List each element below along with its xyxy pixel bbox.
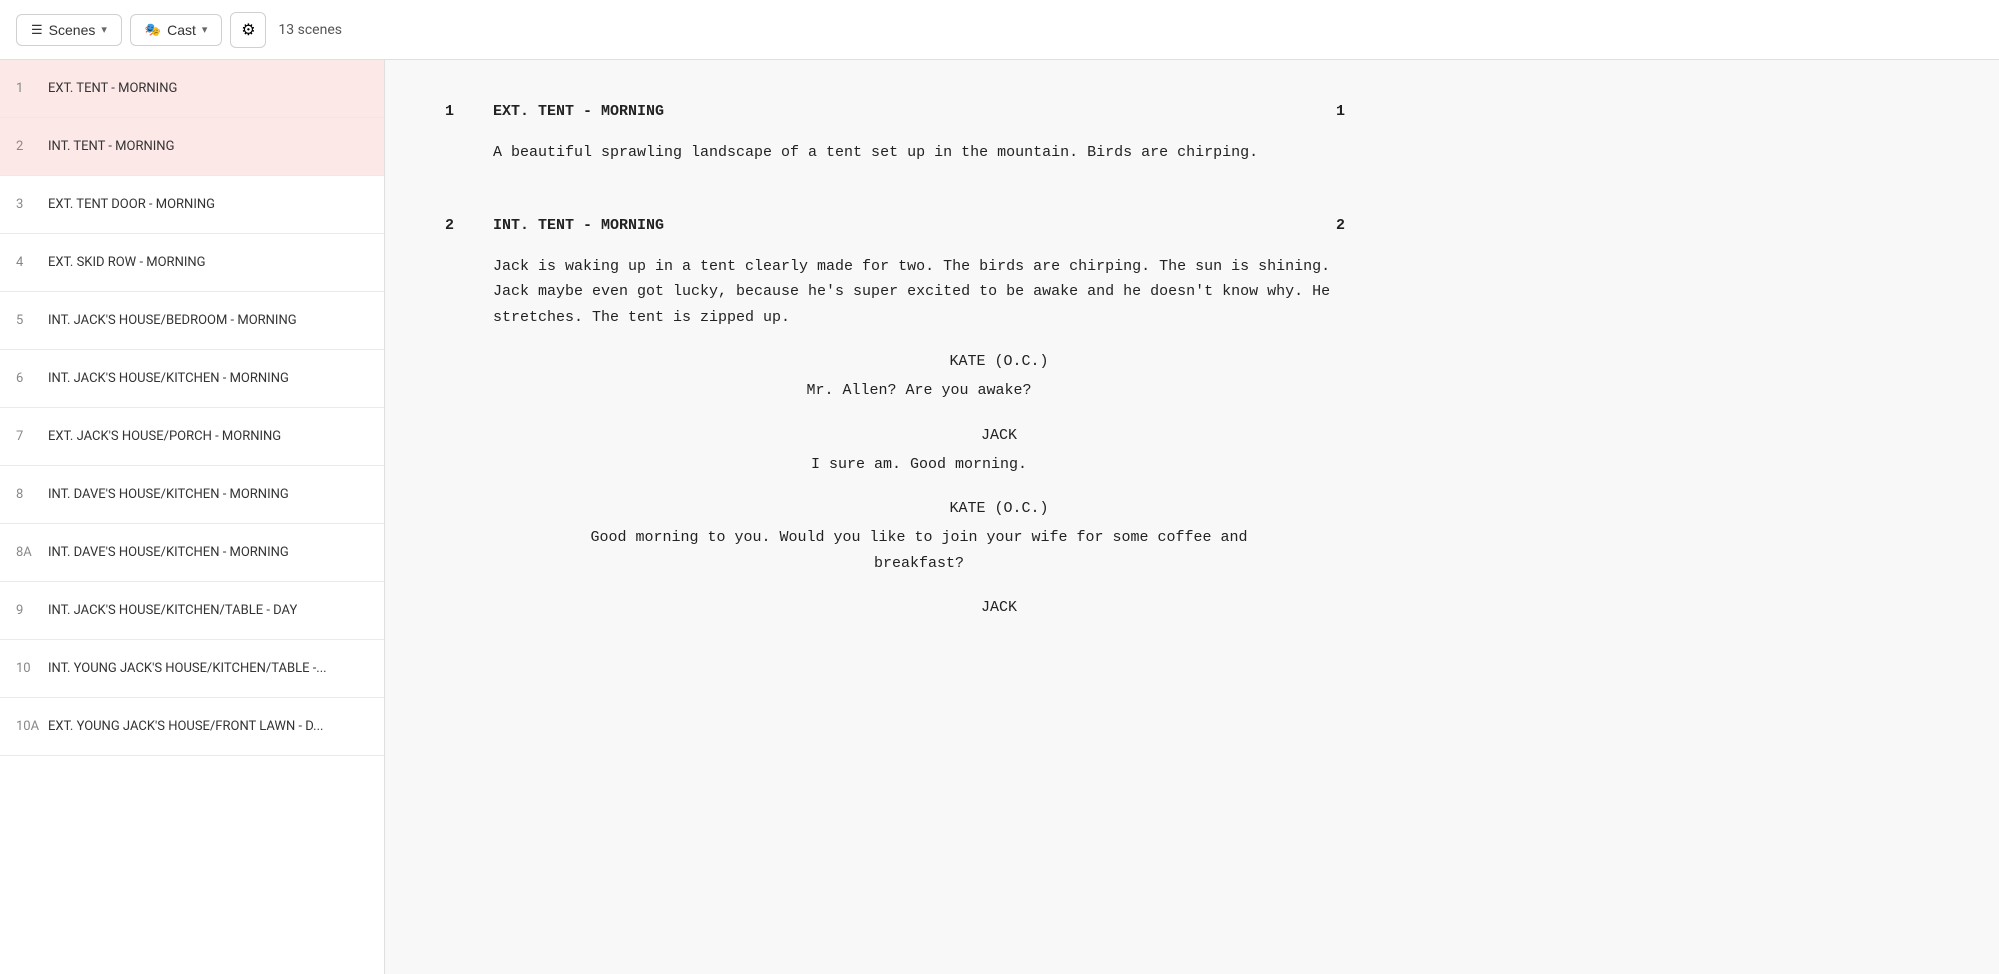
- cast-label: Cast: [167, 22, 196, 38]
- scene-item[interactable]: 10AEXT. YOUNG JACK'S HOUSE/FRONT LAWN - …: [0, 698, 384, 756]
- scenes-button[interactable]: ☰ Scenes ▾: [16, 14, 122, 46]
- character-name: KATE (O.C.): [653, 350, 1345, 374]
- scene-item-label: INT. JACK'S HOUSE/KITCHEN - MORNING: [48, 371, 368, 386]
- scene-item-number: 9: [16, 603, 48, 618]
- cast-button[interactable]: 🎭 Cast ▾: [130, 14, 223, 46]
- scene-item[interactable]: 8INT. DAVE'S HOUSE/KITCHEN - MORNING: [0, 466, 384, 524]
- dialogue-block: JACK: [493, 596, 1345, 620]
- scene-heading-row: 2INT. TENT - MORNING2: [445, 214, 1345, 238]
- scene-item-number: 4: [16, 255, 48, 270]
- scene-heading-row: 1EXT. TENT - MORNING1: [445, 100, 1345, 124]
- scene-item-label: INT. YOUNG JACK'S HOUSE/KITCHEN/TABLE -.…: [48, 661, 368, 676]
- scene-item-number: 3: [16, 197, 48, 212]
- scene-item-number: 7: [16, 429, 48, 444]
- scene-item-number: 2: [16, 139, 48, 154]
- scene-item-number: 10A: [16, 719, 48, 734]
- cast-icon: 🎭: [145, 22, 161, 38]
- dialogue-block: JACK I sure am. Good morning.: [493, 424, 1345, 478]
- scene-block: 2INT. TENT - MORNING2 Jack is waking up i…: [445, 214, 1345, 621]
- character-name: JACK: [653, 424, 1345, 448]
- action-text: A beautiful sprawling landscape of a ten…: [493, 140, 1345, 166]
- scene-number-right: 2: [1305, 214, 1345, 238]
- dialogue-block: KATE (O.C.) Good morning to you. Would yo…: [493, 497, 1345, 576]
- scene-item[interactable]: 5INT. JACK'S HOUSE/BEDROOM - MORNING: [0, 292, 384, 350]
- scene-item-label: EXT. YOUNG JACK'S HOUSE/FRONT LAWN - D..…: [48, 719, 368, 734]
- scene-item-number: 10: [16, 661, 48, 676]
- scene-item[interactable]: 2INT. TENT - MORNING: [0, 118, 384, 176]
- script-content: 1EXT. TENT - MORNING1 A beautiful sprawli…: [445, 100, 1345, 620]
- action-text: Jack is waking up in a tent clearly made…: [493, 254, 1345, 331]
- gear-icon: ⚙: [241, 20, 255, 40]
- character-name: JACK: [653, 596, 1345, 620]
- scene-item[interactable]: 8AINT. DAVE'S HOUSE/KITCHEN - MORNING: [0, 524, 384, 582]
- dialogue-text: Good morning to you. Would you like to j…: [573, 525, 1265, 576]
- scene-item-label: EXT. TENT DOOR - MORNING: [48, 197, 368, 212]
- scene-number-left: 1: [445, 100, 485, 124]
- scene-block: 1EXT. TENT - MORNING1 A beautiful sprawli…: [445, 100, 1345, 166]
- scenes-icon: ☰: [31, 22, 43, 38]
- scene-item-label: INT. TENT - MORNING: [48, 139, 368, 154]
- scene-item[interactable]: 1EXT. TENT - MORNING: [0, 60, 384, 118]
- scene-item-label: INT. JACK'S HOUSE/KITCHEN/TABLE - DAY: [48, 603, 368, 618]
- scene-number-left: 2: [445, 214, 485, 238]
- scene-item-number: 6: [16, 371, 48, 386]
- scene-item-number: 8A: [16, 545, 48, 560]
- dialogue-text: Mr. Allen? Are you awake?: [573, 378, 1265, 404]
- scene-item[interactable]: 3EXT. TENT DOOR - MORNING: [0, 176, 384, 234]
- cast-chevron-icon: ▾: [202, 23, 208, 36]
- scene-item-number: 8: [16, 487, 48, 502]
- scene-item[interactable]: 4EXT. SKID ROW - MORNING: [0, 234, 384, 292]
- scene-count: 13 scenes: [278, 22, 342, 38]
- scene-item-label: INT. DAVE'S HOUSE/KITCHEN - MORNING: [48, 487, 368, 502]
- scene-item-label: INT. DAVE'S HOUSE/KITCHEN - MORNING: [48, 545, 368, 560]
- scene-item-label: INT. JACK'S HOUSE/BEDROOM - MORNING: [48, 313, 368, 328]
- scene-heading-text: INT. TENT - MORNING: [485, 214, 1305, 238]
- scene-item[interactable]: 10INT. YOUNG JACK'S HOUSE/KITCHEN/TABLE …: [0, 640, 384, 698]
- settings-button[interactable]: ⚙: [230, 12, 266, 48]
- main-layout: 1EXT. TENT - MORNING2INT. TENT - MORNING…: [0, 60, 1999, 974]
- scene-item[interactable]: 9INT. JACK'S HOUSE/KITCHEN/TABLE - DAY: [0, 582, 384, 640]
- scene-item[interactable]: 7EXT. JACK'S HOUSE/PORCH - MORNING: [0, 408, 384, 466]
- scene-heading-text: EXT. TENT - MORNING: [485, 100, 1305, 124]
- toolbar: ☰ Scenes ▾ 🎭 Cast ▾ ⚙ 13 scenes: [0, 0, 1999, 60]
- scene-item-label: EXT. TENT - MORNING: [48, 81, 368, 96]
- script-panel[interactable]: 1EXT. TENT - MORNING1 A beautiful sprawli…: [385, 60, 1999, 974]
- scenes-label: Scenes: [49, 22, 96, 38]
- scene-item-label: EXT. SKID ROW - MORNING: [48, 255, 368, 270]
- scenes-chevron-icon: ▾: [101, 23, 107, 36]
- scene-item-number: 1: [16, 81, 48, 96]
- scene-item[interactable]: 6INT. JACK'S HOUSE/KITCHEN - MORNING: [0, 350, 384, 408]
- dialogue-text: I sure am. Good morning.: [573, 452, 1265, 478]
- dialogue-block: KATE (O.C.) Mr. Allen? Are you awake?: [493, 350, 1345, 404]
- sidebar: 1EXT. TENT - MORNING2INT. TENT - MORNING…: [0, 60, 385, 974]
- scene-item-label: EXT. JACK'S HOUSE/PORCH - MORNING: [48, 429, 368, 444]
- scene-number-right: 1: [1305, 100, 1345, 124]
- character-name: KATE (O.C.): [653, 497, 1345, 521]
- scene-item-number: 5: [16, 313, 48, 328]
